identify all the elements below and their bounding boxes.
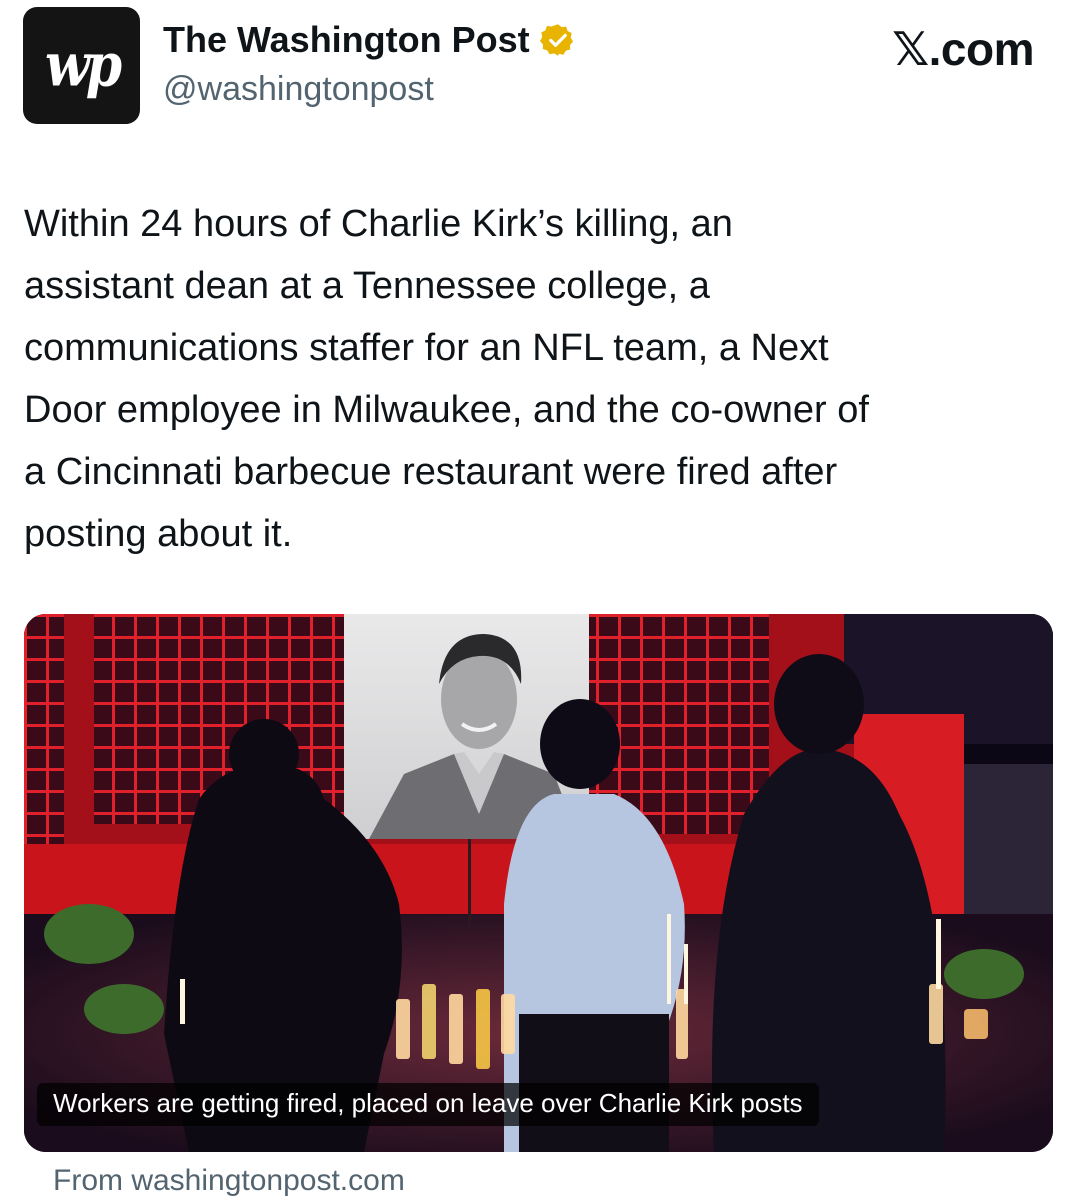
link-card[interactable]: Workers are getting fired, placed on lea… [24,614,1053,1152]
washington-post-logo: wp [44,30,122,101]
author-handle[interactable]: @washingtonpost [163,70,576,109]
x-com-label: 𝕏.com [892,23,1034,75]
tweet-text: Within 24 hours of Charlie Kirk’s killin… [24,203,869,555]
author-block: The Washington Post @washingtonpost [163,18,576,109]
author-name[interactable]: The Washington Post [163,19,530,61]
vigil-photo [24,614,1053,1152]
avatar[interactable]: wp [23,7,140,124]
card-source-link[interactable]: From washingtonpost.com [53,1164,405,1198]
verified-badge-icon [539,24,573,56]
card-caption: Workers are getting fired, placed on lea… [37,1083,819,1126]
